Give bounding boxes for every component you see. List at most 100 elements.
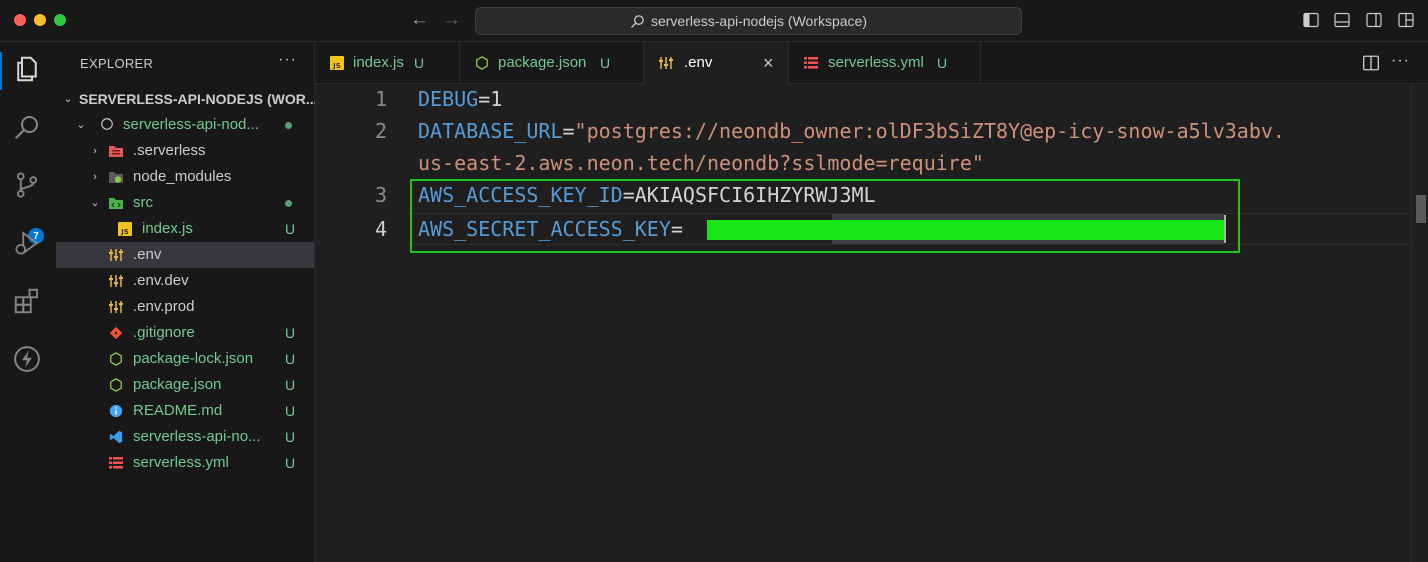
tab-package-json[interactable]: package.json U [460,42,644,84]
chevron-right-icon: › [93,171,97,183]
src-folder-icon [109,198,123,209]
search-view-icon[interactable] [12,112,42,142]
tab-label: package.json [498,54,587,71]
activity-bar: 7 [0,42,56,562]
tree-folder-project[interactable]: ⌄ serverless-api-nod... [56,112,314,138]
serverless-lightning-icon[interactable] [12,344,42,374]
tab-label: .env [684,54,713,71]
tree-file-package-json[interactable]: package.json U [56,372,314,398]
run-debug-icon[interactable] [12,228,42,258]
node-folder-icon [109,172,123,183]
svg-text:JS: JS [120,228,129,236]
source-control-icon[interactable] [12,170,42,200]
maximize-window-button[interactable] [54,14,66,26]
explorer-files-icon[interactable] [12,54,42,84]
git-status: U [285,403,296,419]
toggle-panel-icon[interactable] [1334,12,1350,28]
modified-dot [285,122,292,129]
code-line-2: DATABASE_URL="postgres://neondb_owner:ol… [418,119,1285,143]
chevron-down-icon: ⌄ [76,119,86,131]
workspace-root[interactable]: ⌄ SERVERLESS-API-NODEJS (WOR... [56,86,317,112]
tree-item-label: src [133,194,153,211]
git-status: U [285,221,296,237]
chevron-right-icon: › [93,145,97,157]
customize-layout-icon[interactable] [1398,12,1414,28]
svg-text:JS: JS [332,62,341,70]
line-number: 4 [374,217,387,241]
chevron-down-icon: ⌄ [63,93,73,105]
code-line-2-wrap: us-east-2.aws.neon.tech/neondb?sslmode=r… [418,151,984,175]
back-arrow-icon[interactable]: ← [410,8,429,32]
explorer-sidebar: EXPLORER ··· ⌄ SERVERLESS-API-NODEJS (WO… [56,42,318,562]
tree-file-index-js[interactable]: JS index.js U [56,216,314,242]
tab-git-status: U [414,55,425,71]
tree-item-label: index.js [142,220,193,237]
nodejs-file-icon [110,378,122,392]
tree-folder-serverless[interactable]: › .serverless [56,138,314,164]
chevron-down-icon: ⌄ [90,197,100,209]
modified-dot [285,200,292,207]
git-status: U [285,325,296,341]
env-equals: = [562,119,575,143]
tree-item-label: node_modules [133,168,232,185]
git-status: U [285,351,296,367]
tree-item-label: .env.prod [133,298,195,315]
git-status: U [285,377,296,393]
code-line-1: DEBUG=1 [418,87,502,111]
tree-item-label: .env [133,246,162,263]
tree-file-package-lock[interactable]: package-lock.json U [56,346,314,372]
highlight-box [410,179,1240,253]
command-center-search[interactable]: serverless-api-nodejs (Workspace) [475,7,1022,35]
tree-item-label: .serverless [133,142,206,159]
settings-file-icon [109,301,123,313]
scrollbar-thumb[interactable] [1416,195,1426,223]
tab-index-js[interactable]: JS index.js U [315,42,460,84]
tree-item-label: package-lock.json [133,350,254,367]
folder-root-icon [101,118,113,130]
settings-file-icon [659,57,673,69]
tab-git-status: U [937,55,948,71]
tree-folder-node-modules[interactable]: › node_modules [56,164,314,190]
vscode-file-icon [109,430,123,444]
tree-item-label: serverless.yml [133,454,229,471]
more-editor-actions-icon[interactable]: ··· [1391,52,1409,70]
tree-file-workspace[interactable]: serverless-api-no... U [56,424,314,450]
more-actions-icon[interactable]: ··· [278,51,297,69]
line-number: 1 [374,87,387,111]
close-window-button[interactable] [14,14,26,26]
editor-tab-bar: JS index.js U package.json U .env × serv… [315,42,1428,85]
tab-label: index.js [353,54,404,71]
toggle-secondary-sidebar-icon[interactable] [1366,12,1382,28]
tree-item-label: .gitignore [133,324,195,341]
extensions-icon[interactable] [12,286,42,316]
code-editor[interactable]: 1 2 3 4 DEBUG=1 DATABASE_URL="postgres:/… [315,84,1428,562]
toggle-primary-sidebar-icon[interactable] [1303,12,1319,28]
overview-ruler[interactable] [1411,84,1428,562]
nodejs-file-icon [110,352,122,366]
minimize-window-button[interactable] [34,14,46,26]
window-title: serverless-api-nodejs (Workspace) [650,13,868,29]
env-equals: = [478,87,491,111]
tree-file-env-dev[interactable]: .env.dev [56,268,314,294]
tree-file-serverless-yml[interactable]: serverless.yml U [56,450,314,476]
tab-serverless-yml[interactable]: serverless.yml U [789,42,981,84]
env-value: 1 [490,87,503,111]
tree-file-env-prod[interactable]: .env.prod [56,294,314,320]
tree-item-label: serverless-api-no... [133,428,261,445]
explorer-header: EXPLORER [80,56,154,71]
tree-item-label: serverless-api-nod... [123,116,259,133]
tree-file-gitignore[interactable]: .gitignore U [56,320,314,346]
javascript-file-icon: JS [330,56,344,70]
tree-file-readme[interactable]: README.md U [56,398,314,424]
git-file-icon [109,326,123,340]
tree-file-env[interactable]: .env [56,242,314,268]
split-editor-icon[interactable] [1362,54,1380,72]
tab-label: serverless.yml [828,54,924,71]
active-view-indicator [0,52,2,90]
forward-arrow-icon[interactable]: → [442,8,461,32]
tab-env[interactable]: .env × [644,42,789,85]
settings-file-icon [109,249,123,261]
close-tab-icon[interactable]: × [763,42,774,84]
nodejs-file-icon [476,56,488,70]
tree-folder-src[interactable]: ⌄ src [56,190,314,216]
